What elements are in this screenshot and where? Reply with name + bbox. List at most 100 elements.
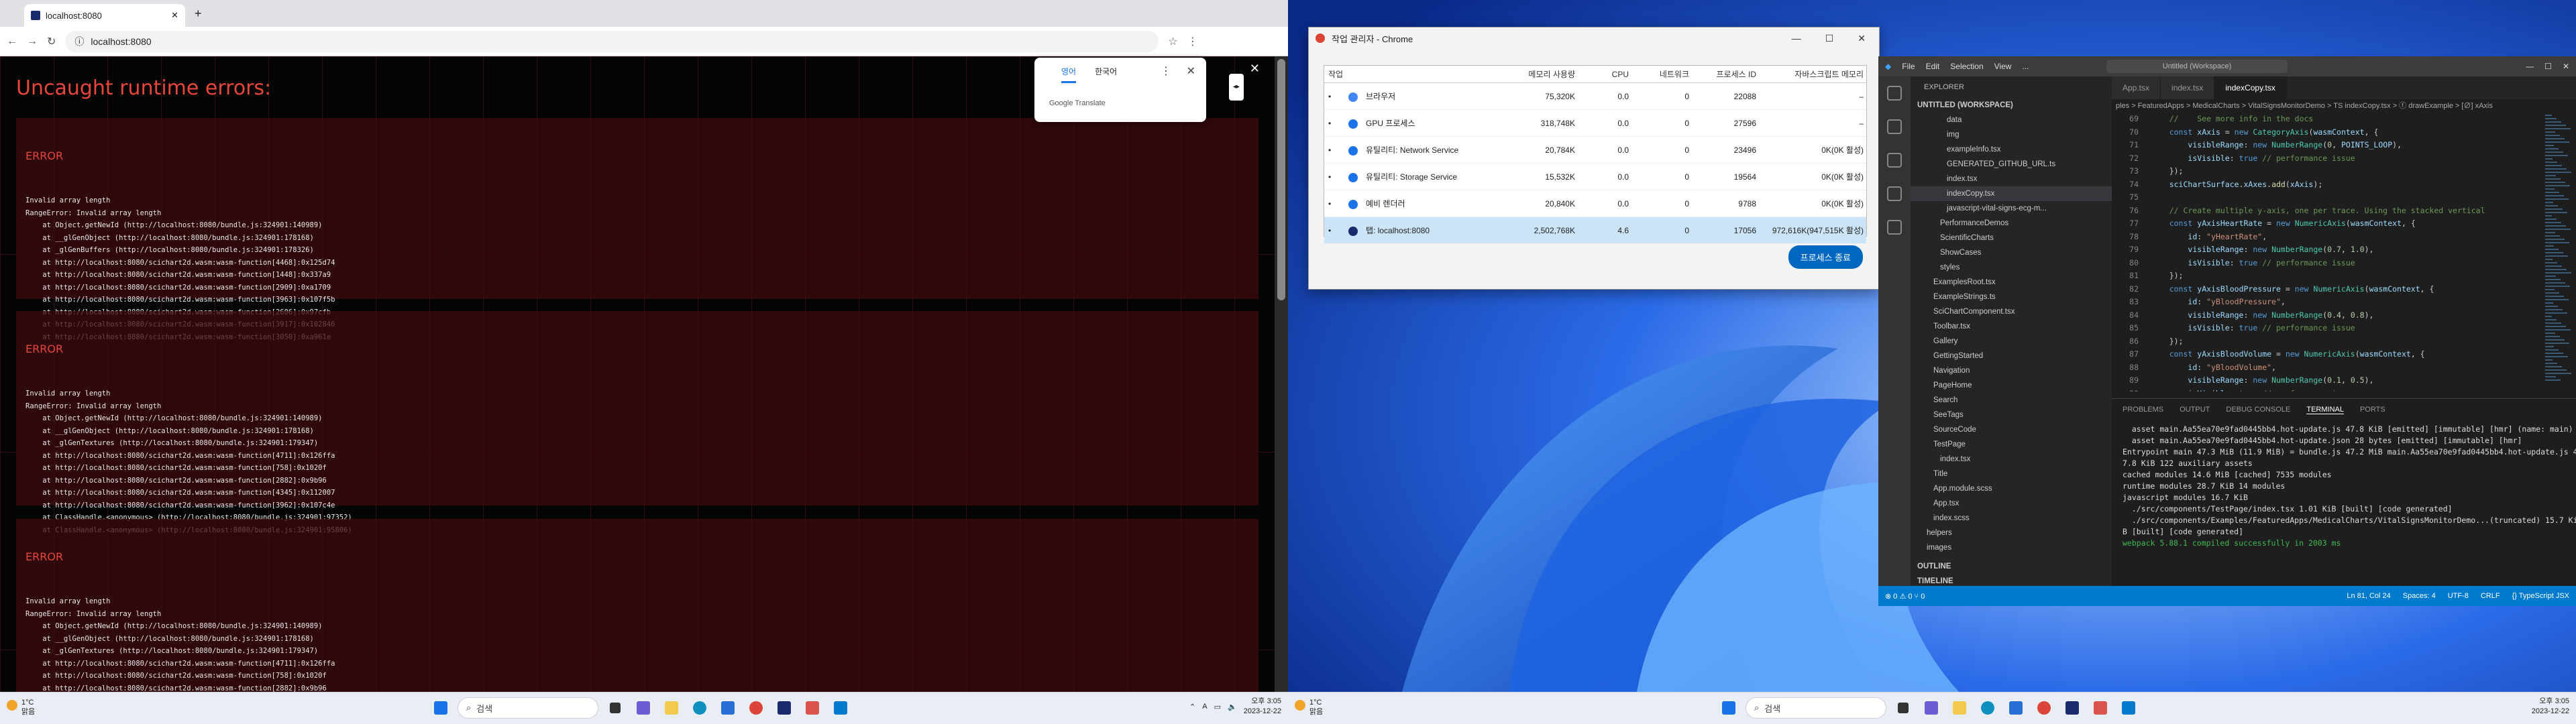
- tree-item[interactable]: GettingStarted: [1911, 349, 2112, 363]
- run-debug-icon[interactable]: [1887, 186, 1902, 201]
- outline-section[interactable]: OUTLINE: [1911, 559, 2112, 574]
- file-explorer-icon[interactable]: [1948, 697, 1971, 719]
- process-row[interactable]: • GPU 프로세스 318,748K 0.0 0 27596 –: [1324, 110, 1866, 137]
- process-row[interactable]: • 예비 렌더러 20,840K 0.0 0 9788 0K(0K 활성): [1324, 190, 1866, 217]
- tree-item[interactable]: exampleInfo.tsx: [1911, 142, 2112, 157]
- close-icon[interactable]: ✕: [2563, 62, 2569, 71]
- minimize-icon[interactable]: —: [2526, 62, 2534, 71]
- browser-tab[interactable]: localhost:8080 ✕: [24, 4, 185, 27]
- col-network[interactable]: 네트워크: [1633, 68, 1693, 80]
- tree-item[interactable]: PerformanceDemos: [1911, 216, 2112, 231]
- menu-edit[interactable]: Edit: [1926, 62, 1940, 71]
- menu-file[interactable]: File: [1902, 62, 1915, 71]
- tool-icon[interactable]: [2089, 697, 2112, 719]
- tree-item[interactable]: img: [1911, 127, 2112, 142]
- side-panel-toggle[interactable]: ◂▸: [1229, 74, 1244, 101]
- new-tab-icon[interactable]: +: [195, 7, 202, 21]
- minimap[interactable]: [2542, 113, 2576, 391]
- chat-icon[interactable]: [1920, 697, 1943, 719]
- tree-item[interactable]: Navigation: [1911, 363, 2112, 378]
- col-pid[interactable]: 프로세스 ID: [1693, 68, 1760, 80]
- menu-selection[interactable]: Selection: [1950, 62, 1983, 71]
- col-memory[interactable]: 메모리 사용량: [1505, 68, 1579, 80]
- tree-item[interactable]: GENERATED_GITHUB_URL.ts: [1911, 157, 2112, 172]
- store-icon[interactable]: [716, 697, 739, 719]
- tree-item[interactable]: index.tsx: [1911, 172, 2112, 186]
- ime-icon[interactable]: A: [1202, 703, 1207, 711]
- minimize-icon[interactable]: —: [1792, 33, 1801, 44]
- translate-tab-target[interactable]: 한국어: [1095, 66, 1117, 83]
- explorer-icon[interactable]: [1887, 86, 1902, 101]
- status-spaces[interactable]: Spaces: 4: [2403, 592, 2436, 600]
- tree-item[interactable]: images: [1911, 540, 2112, 555]
- tab-index-tsx[interactable]: index.tsx: [2161, 76, 2215, 99]
- col-cpu[interactable]: CPU: [1579, 70, 1633, 79]
- panel-tab-terminal[interactable]: TERMINAL: [2306, 406, 2344, 414]
- tab-app-tsx[interactable]: App.tsx: [2112, 76, 2161, 99]
- app-icon[interactable]: [2061, 697, 2084, 719]
- panel-tab-ports[interactable]: PORTS: [2360, 406, 2385, 414]
- bookmark-star-icon[interactable]: ☆: [1168, 35, 1177, 48]
- vscode-icon[interactable]: [829, 697, 852, 719]
- maximize-icon[interactable]: ☐: [1825, 33, 1834, 44]
- status-encoding[interactable]: UTF-8: [2448, 592, 2469, 600]
- menu-view[interactable]: View: [1994, 62, 2012, 71]
- tree-item[interactable]: TestPage: [1911, 437, 2112, 452]
- code-editor[interactable]: 69 // See more info in the docs 70 const…: [2112, 113, 2541, 391]
- end-process-button[interactable]: 프로세스 종료: [1788, 245, 1863, 269]
- file-explorer-icon[interactable]: [660, 697, 683, 719]
- close-icon[interactable]: ✕: [1858, 33, 1866, 44]
- clock[interactable]: 오후 3:05 2023-12-22: [2532, 697, 2569, 717]
- tree-item[interactable]: App.tsx: [1911, 496, 2112, 511]
- weather-widget[interactable]: 1°C 맑음: [1295, 698, 1323, 717]
- tab-indexcopy-tsx[interactable]: indexCopy.tsx: [2214, 76, 2287, 99]
- maximize-icon[interactable]: ☐: [2544, 62, 2552, 71]
- task-view-icon[interactable]: [604, 697, 627, 719]
- command-center[interactable]: Untitled (Workspace): [2106, 60, 2288, 73]
- status-problems[interactable]: ⊗ 0 ⚠ 0 ⑂ 0: [1885, 592, 1925, 601]
- tree-item[interactable]: index.tsx: [1911, 452, 2112, 467]
- search-icon[interactable]: [1887, 119, 1902, 134]
- status-eol[interactable]: CRLF: [2481, 592, 2500, 600]
- status-language[interactable]: {} TypeScript JSX: [2512, 592, 2569, 600]
- network-icon[interactable]: ▭: [1214, 703, 1221, 711]
- extensions-icon[interactable]: [1887, 220, 1902, 235]
- tree-item[interactable]: index.scss: [1911, 511, 2112, 526]
- translate-tab-source[interactable]: 영어: [1061, 66, 1077, 83]
- process-row[interactable]: • 탭: localhost:8080 2,502,768K 4.6 0 17056 972…: [1324, 217, 1866, 244]
- panel-tab-debug[interactable]: DEBUG CONSOLE: [2226, 406, 2290, 414]
- process-row[interactable]: • 유틸리티: Network Service 20,784K 0.0 0 23496 0K…: [1324, 137, 1866, 164]
- tree-item[interactable]: ShowCases: [1911, 245, 2112, 260]
- taskbar-search[interactable]: ⌕ 검색: [458, 697, 598, 719]
- start-icon[interactable]: [1717, 697, 1740, 719]
- vscode-icon[interactable]: [2117, 697, 2140, 719]
- tray-chevron-icon[interactable]: ⌃: [1189, 703, 1195, 711]
- address-bar[interactable]: ⓘ localhost:8080: [65, 30, 1159, 52]
- tree-item[interactable]: ExamplesRoot.tsx: [1911, 275, 2112, 290]
- panel-tab-problems[interactable]: PROBLEMS: [2123, 406, 2163, 414]
- tree-item[interactable]: helpers: [1911, 526, 2112, 540]
- edge-icon[interactable]: [1976, 697, 1999, 719]
- status-cursor[interactable]: Ln 81, Col 24: [2347, 592, 2390, 600]
- edge-icon[interactable]: [688, 697, 711, 719]
- weather-widget[interactable]: 1°C 맑음: [7, 698, 35, 717]
- source-control-icon[interactable]: [1887, 153, 1902, 168]
- tree-item[interactable]: ExampleStrings.ts: [1911, 290, 2112, 304]
- page-scrollbar[interactable]: [1275, 56, 1288, 692]
- col-js-memory[interactable]: 자바스크립트 메모리: [1760, 68, 1868, 80]
- terminal-output[interactable]: asset main.Aa55ea70e9fad0445bb4.hot-upda…: [2112, 421, 2576, 552]
- forward-icon[interactable]: →: [27, 36, 38, 48]
- tree-item[interactable]: Search: [1911, 393, 2112, 408]
- reload-icon[interactable]: ↻: [47, 35, 56, 48]
- panel-tab-output[interactable]: OUTPUT: [2180, 406, 2210, 414]
- menu-more[interactable]: ...: [2022, 62, 2029, 71]
- translate-close-icon[interactable]: ✕: [1187, 64, 1195, 78]
- back-icon[interactable]: ←: [7, 36, 17, 48]
- tab-close-icon[interactable]: ✕: [171, 10, 178, 21]
- tree-item[interactable]: javascript-vital-signs-ecg-m...: [1911, 201, 2112, 216]
- tool-icon[interactable]: [801, 697, 824, 719]
- taskbar-search[interactable]: ⌕ 검색: [1746, 697, 1886, 719]
- tree-item[interactable]: App.module.scss: [1911, 481, 2112, 496]
- tree-item[interactable]: SourceCode: [1911, 422, 2112, 437]
- clock[interactable]: 오후 3:05 2023-12-22: [1244, 697, 1281, 717]
